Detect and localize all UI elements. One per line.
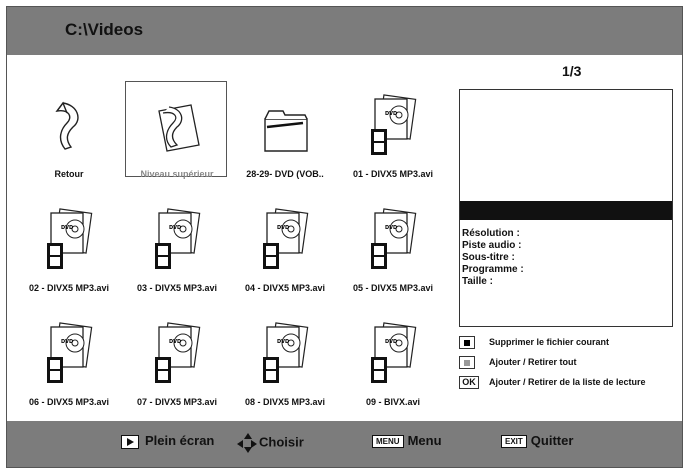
menu-key-icon: MENU (372, 435, 404, 449)
video-file-tile[interactable]: DVD 01 - DIVX5 MP3.avi (339, 83, 447, 195)
svg-text:DVD: DVD (385, 111, 397, 117)
parent-folder-tile[interactable]: Niveau supérieur (123, 81, 231, 195)
stop-key-icon (459, 336, 475, 349)
fullscreen-label: Plein écran (145, 433, 215, 448)
svg-text:DVD: DVD (169, 339, 181, 345)
tile-label: 07 - DIVX5 MP3.avi (136, 397, 218, 407)
svg-text:DVD: DVD (277, 339, 289, 345)
tile-label: 08 - DIVX5 MP3.avi (244, 397, 326, 407)
header-bar: C:\Videos (7, 7, 682, 55)
current-path: C:\Videos (65, 20, 144, 39)
video-file-icon: DVD (367, 317, 419, 389)
video-file-icon: DVD (367, 203, 419, 275)
file-browser-window: C:\Videos Retour Niveau supérieur 28-29- D… (6, 6, 683, 468)
back-tile[interactable]: Retour (15, 83, 123, 195)
exit-key-icon: EXIT (501, 435, 527, 449)
tile-label: 09 - BIVX.avi (365, 397, 421, 407)
video-file-icon: DVD (259, 317, 311, 389)
video-file-tile[interactable]: DVD 02 - DIVX5 MP3.avi (15, 197, 123, 309)
svg-text:DVD: DVD (61, 225, 73, 231)
preview-title-bar (460, 201, 672, 220)
video-file-icon: DVD (151, 317, 203, 389)
tile-label: Niveau supérieur (140, 169, 214, 179)
choose-button[interactable]: Choisir (237, 433, 304, 453)
page-indicator: 1/3 (562, 63, 582, 79)
preview-panel: Résolution : Piste audio : Sous-titre : … (459, 89, 673, 327)
video-file-icon: DVD (43, 203, 95, 275)
tile-label: 06 - DIVX5 MP3.avi (28, 397, 110, 407)
legend-playlist-label: Ajouter / Retirer de la liste de lecture (489, 377, 646, 387)
fullscreen-button[interactable]: Plein écran (121, 433, 214, 449)
tile-label: 04 - DIVX5 MP3.avi (244, 283, 326, 293)
play-icon (121, 434, 139, 449)
tile-label: Retour (54, 169, 84, 179)
video-file-icon: DVD (259, 203, 311, 275)
video-file-tile[interactable]: DVD 03 - DIVX5 MP3.avi (123, 197, 231, 309)
folder-tile[interactable]: 28-29- DVD (VOB.. (231, 83, 339, 195)
quit-button[interactable]: EXIT Quitter (501, 433, 574, 449)
video-file-icon: DVD (151, 203, 203, 275)
menu-button[interactable]: MENU Menu (372, 433, 442, 449)
choose-label: Choisir (259, 434, 304, 450)
svg-text:DVD: DVD (385, 339, 397, 345)
up-level-icon (151, 89, 203, 161)
folder-icon (259, 89, 311, 161)
footer-bar: Plein écran Choisir MENU Menu EXIT Quitter (7, 421, 682, 467)
back-arrow-icon (43, 89, 95, 161)
arrow-keys-icon (237, 433, 257, 453)
legend-toggle-all-label: Ajouter / Retirer tout (489, 357, 577, 367)
tile-label: 01 - DIVX5 MP3.avi (352, 169, 434, 179)
video-file-tile[interactable]: DVD 06 - DIVX5 MP3.avi (15, 311, 123, 423)
video-file-icon: DVD (43, 317, 95, 389)
gray-key-icon (459, 356, 475, 369)
video-file-tile[interactable]: DVD 05 - DIVX5 MP3.avi (339, 197, 447, 309)
video-file-icon: DVD (367, 89, 419, 161)
file-info: Résolution : Piste audio : Sous-titre : … (462, 228, 524, 288)
svg-text:DVD: DVD (385, 225, 397, 231)
ok-key-icon: OK (459, 376, 479, 389)
info-program: Programme : (462, 264, 524, 275)
tile-label: 28-29- DVD (VOB.. (246, 169, 324, 179)
info-subtitle: Sous-titre : (462, 252, 515, 263)
svg-text:DVD: DVD (61, 339, 73, 345)
info-size: Taille : (462, 276, 493, 287)
tile-label: 05 - DIVX5 MP3.avi (352, 283, 434, 293)
tile-label: 02 - DIVX5 MP3.avi (28, 283, 110, 293)
legend-delete-label: Supprimer le fichier courant (489, 337, 610, 347)
tile-label: 03 - DIVX5 MP3.avi (136, 283, 218, 293)
menu-label: Menu (407, 433, 442, 448)
quit-label: Quitter (530, 433, 574, 448)
video-file-tile[interactable]: DVD 09 - BIVX.avi (339, 311, 447, 423)
video-file-tile[interactable]: DVD 04 - DIVX5 MP3.avi (231, 197, 339, 309)
svg-text:DVD: DVD (277, 225, 289, 231)
video-file-tile[interactable]: DVD 08 - DIVX5 MP3.avi (231, 311, 339, 423)
svg-text:DVD: DVD (169, 225, 181, 231)
info-audio-track: Piste audio : (462, 240, 522, 251)
info-resolution: Résolution : (462, 228, 520, 239)
video-file-tile[interactable]: DVD 07 - DIVX5 MP3.avi (123, 311, 231, 423)
